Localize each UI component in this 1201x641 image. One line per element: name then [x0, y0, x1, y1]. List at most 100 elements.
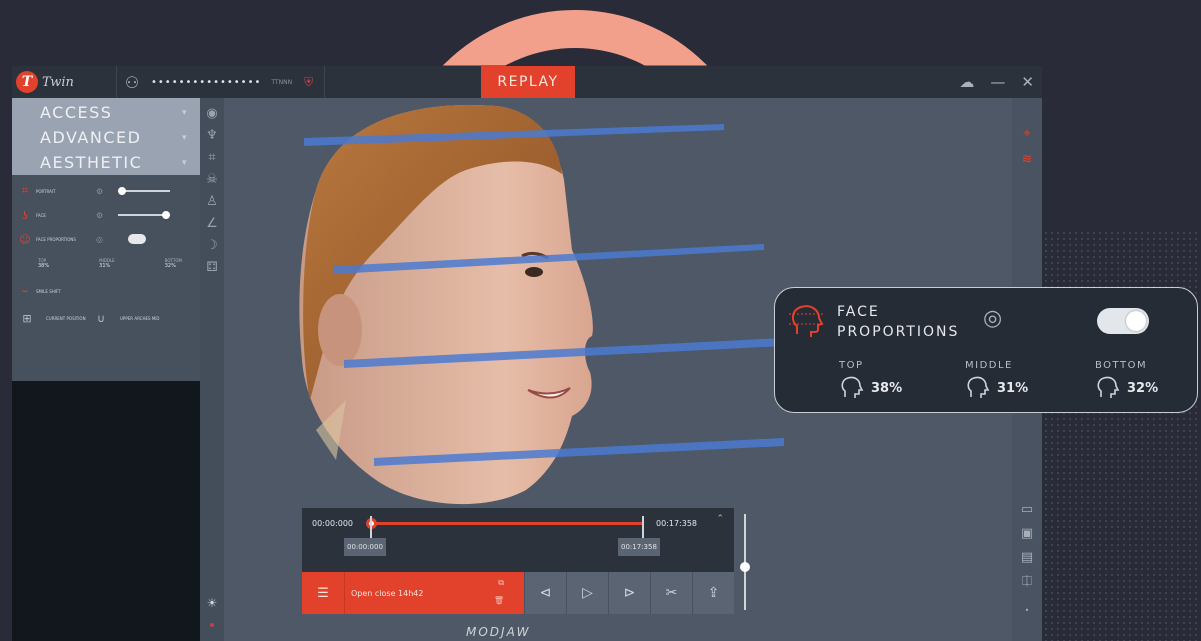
menu-advanced[interactable]: ADVANCED ▾: [12, 125, 200, 150]
profile-icon[interactable]: ☽: [206, 238, 218, 254]
close-button[interactable]: ✕: [1021, 73, 1034, 91]
chevron-down-icon: ▾: [181, 107, 188, 118]
callout-title-line2: PROPORTIONS: [837, 324, 960, 340]
skeleton-icon[interactable]: ♆: [206, 128, 218, 144]
menu-label: ADVANCED: [40, 128, 142, 147]
indicator-icon: •: [1024, 606, 1030, 615]
proportions-row: TOP 38% MIDDLE 31% BOTTOM 32%: [12, 251, 200, 275]
position-row: ⊞ CURRENT POSITION ∪ UPPER ARCHES MID: [12, 303, 200, 333]
logo-badge: T: [16, 71, 38, 93]
menu-label: AESTHETIC: [40, 153, 143, 172]
portrait-slider[interactable]: [118, 187, 170, 195]
proportion-value: 38%: [871, 380, 903, 396]
head-icon: [789, 305, 825, 337]
minimize-button[interactable]: —: [990, 73, 1005, 91]
angle-icon[interactable]: ∠: [206, 216, 218, 232]
timeline-track[interactable]: [370, 522, 642, 525]
brand-logo: MODJAW: [466, 625, 531, 639]
proportion-top: TOP 38%: [839, 360, 902, 401]
chevron-down-icon: ▾: [181, 132, 188, 143]
portrait-icon: ⌗: [21, 184, 29, 197]
folder-icon[interactable]: ▭: [1012, 502, 1042, 517]
trash-icon[interactable]: 🗑: [494, 596, 504, 605]
playback-controls: ☰ Open close 14h42 ⧉ 🗑 ⊲ ▷ ⊳ ✂ ⇪: [302, 572, 734, 614]
teeth-icon[interactable]: ⚃: [206, 260, 217, 276]
face-proportions-toggle[interactable]: [1097, 308, 1149, 334]
slider-knob[interactable]: [118, 187, 126, 195]
end-chip: 00:17:358: [618, 538, 660, 556]
menu-aesthetic[interactable]: AESTHETIC ▾: [12, 150, 200, 175]
chevron-down-icon: ▾: [181, 157, 188, 168]
patient-code: TTNNN: [271, 78, 293, 86]
proportion-bottom: BOTTOM 32%: [1095, 360, 1158, 401]
copy-icon[interactable]: ⧉: [498, 578, 504, 588]
step-forward-button[interactable]: ⊳: [608, 572, 650, 614]
grid-icon[interactable]: ⌗: [208, 150, 215, 166]
map-icon[interactable]: ⎅: [1012, 574, 1042, 589]
logo-text: Twin: [42, 74, 74, 90]
cloud-icon[interactable]: ☁: [959, 73, 974, 91]
proportion-value-row: 38%: [839, 375, 902, 401]
upper-arch-label[interactable]: UPPER ARCHES MID: [120, 316, 160, 321]
play-button[interactable]: ▷: [566, 572, 608, 614]
patient-id: ••••••••••••••••: [151, 76, 262, 88]
tooth-icon[interactable]: ♙: [206, 194, 218, 210]
callout-title: FACE PROPORTIONS: [837, 302, 959, 342]
shield-icon[interactable]: ⛨: [304, 75, 324, 90]
clip-name[interactable]: Open close 14h42 ⧉ 🗑: [344, 572, 524, 614]
menu-access[interactable]: ACCESS ▾: [12, 100, 200, 125]
chevron-up-icon[interactable]: ⌃: [716, 514, 724, 524]
proportion-value: 31%: [997, 380, 1029, 396]
arch-icon[interactable]: ∪: [94, 312, 108, 325]
face-label: FACE: [36, 212, 46, 218]
face-proportions-toggle[interactable]: [128, 234, 146, 244]
view-toolbar: ◉ ♆ ⌗ ☠ ♙ ∠ ☽ ⚃ ☀: [200, 98, 224, 641]
proportion-value: 38%: [38, 262, 50, 269]
menu-button[interactable]: ☰: [302, 572, 344, 614]
menu-block: ACCESS ▾ ADVANCED ▾ AESTHETIC ▾: [12, 98, 200, 175]
brightness-icon[interactable]: ☀: [207, 595, 218, 611]
end-marker[interactable]: [642, 516, 644, 538]
clip-name-label: Open close 14h42: [351, 588, 424, 598]
title-bar: T Twin ⚇ •••••••••••••••• TTNNN ⛨ REPLAY…: [12, 66, 1042, 98]
band-bottom: [374, 438, 784, 466]
target-icon[interactable]: ◎: [983, 306, 1002, 331]
cut-button[interactable]: ✂: [650, 572, 692, 614]
status-dot: [210, 623, 214, 627]
share-button[interactable]: ⇪: [692, 572, 734, 614]
replay-tab[interactable]: REPLAY: [481, 66, 575, 98]
volume-knob[interactable]: [740, 562, 750, 572]
step-back-button[interactable]: ⊲: [524, 572, 566, 614]
band-lower-mid: [344, 338, 784, 368]
crosshair-icon[interactable]: ⌖: [1012, 126, 1042, 141]
smile-icon: ⌣: [21, 284, 29, 297]
user-icon[interactable]: ⚇: [117, 73, 147, 92]
app-logo: T Twin: [12, 71, 116, 93]
face-proportions-label: FACE PROPORTIONS: [36, 236, 76, 242]
skull-icon[interactable]: ☠: [206, 172, 218, 188]
face-slider[interactable]: [118, 211, 170, 219]
start-marker[interactable]: [370, 516, 372, 538]
current-position-label[interactable]: CURRENT POSITION: [46, 316, 86, 321]
window-controls: ☁ — ✕: [959, 66, 1034, 98]
band-upper-mid: [334, 244, 764, 274]
head-icon: [841, 376, 864, 398]
replay-player: 00:00:000 00:17:358 00:00:000 00:17:358 …: [302, 508, 750, 614]
video-icon[interactable]: ▣: [1012, 526, 1042, 541]
teeth-icon[interactable]: ⊞: [20, 312, 34, 325]
proportion-top: TOP 38%: [38, 258, 49, 269]
callout-title-line1: FACE: [837, 304, 880, 320]
image-icon[interactable]: ▤: [1012, 550, 1042, 565]
head-icon: [967, 376, 990, 398]
settings-icon[interactable]: ⚙: [96, 187, 118, 196]
proportion-bottom: BOTTOM 32%: [165, 258, 182, 269]
face-proportions-row: ☺ FACE PROPORTIONS ◎: [12, 227, 200, 251]
face-icon: ʖ: [22, 208, 28, 222]
divider: [324, 66, 326, 98]
volume-slider[interactable]: [740, 514, 750, 610]
waveform-icon[interactable]: ≋: [1012, 152, 1042, 167]
eye-icon[interactable]: ◉: [206, 106, 217, 122]
target-icon[interactable]: ◎: [96, 235, 118, 244]
settings-icon[interactable]: ⚙: [96, 211, 118, 220]
slider-knob[interactable]: [162, 211, 170, 219]
